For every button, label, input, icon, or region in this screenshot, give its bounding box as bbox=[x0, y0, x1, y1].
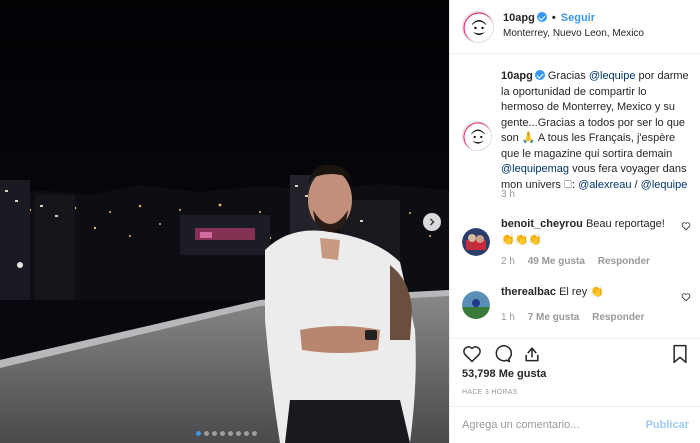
comment-time[interactable]: 2 h bbox=[501, 256, 515, 267]
comment-input[interactable] bbox=[462, 419, 632, 431]
caption-username[interactable]: 10apg bbox=[501, 70, 533, 82]
caption-time[interactable]: 3 h bbox=[501, 189, 515, 200]
author-username[interactable]: 10apg bbox=[503, 12, 535, 24]
caption: 10apg Gracias @lequipe por darme la opor… bbox=[501, 69, 691, 193]
comment-avatar[interactable] bbox=[462, 228, 490, 256]
carousel-dot bbox=[236, 431, 241, 436]
share-icon[interactable] bbox=[522, 344, 542, 367]
post-panel: 10apg • Seguir Monterrey, Nuevo Leon, Me… bbox=[449, 0, 700, 443]
next-arrow-icon bbox=[428, 218, 436, 226]
verified-icon bbox=[536, 12, 547, 22]
post-photo[interactable] bbox=[0, 0, 449, 443]
follow-button[interactable]: Seguir bbox=[561, 12, 595, 24]
photo-scene bbox=[0, 0, 449, 443]
carousel-dot bbox=[204, 431, 209, 436]
reply-button[interactable]: Responder bbox=[598, 256, 650, 267]
comments-list: 10apg Gracias @lequipe por darme la opor… bbox=[450, 55, 700, 338]
comment-meta: 1 h 7 Me gusta Responder bbox=[501, 312, 644, 323]
comment-form: Publicar bbox=[450, 406, 700, 443]
comment-text: El rey 👏 bbox=[559, 286, 604, 298]
caption-separator: / bbox=[631, 178, 641, 191]
caption-text: por darme la oportunidad de compartir lo… bbox=[501, 70, 689, 160]
heart-icon[interactable] bbox=[681, 292, 691, 305]
post-actions: 53,798 Me gusta HACE 3 HORAS bbox=[450, 338, 700, 415]
heart-icon[interactable] bbox=[681, 221, 691, 234]
post-location[interactable]: Monterrey, Nuevo Leon, Mexico bbox=[503, 28, 644, 39]
bookmark-icon[interactable] bbox=[671, 344, 689, 367]
caption-intro: Gracias bbox=[547, 70, 589, 82]
carousel-dots bbox=[196, 431, 257, 436]
mention-link[interactable]: @lequipe bbox=[641, 179, 688, 191]
comment-likes[interactable]: 49 Me gusta bbox=[528, 256, 585, 267]
comment-icon[interactable] bbox=[492, 344, 513, 367]
mention-link[interactable]: @lequipemag bbox=[501, 163, 569, 175]
comment-likes[interactable]: 7 Me gusta bbox=[528, 312, 580, 323]
carousel-dot bbox=[228, 431, 233, 436]
post-timestamp[interactable]: HACE 3 HORAS bbox=[462, 389, 518, 396]
carousel-dot bbox=[220, 431, 225, 436]
comment-time[interactable]: 1 h bbox=[501, 312, 515, 323]
mention-link[interactable]: @alexreau bbox=[578, 179, 631, 191]
publish-button[interactable]: Publicar bbox=[646, 419, 689, 431]
post-header: 10apg • Seguir Monterrey, Nuevo Leon, Me… bbox=[450, 0, 700, 54]
carousel-dot bbox=[196, 431, 201, 436]
carousel-next-button[interactable] bbox=[423, 213, 441, 231]
comment-meta: 2 h 49 Me gusta Responder bbox=[501, 256, 650, 267]
likes-count[interactable]: 53,798 Me gusta bbox=[462, 368, 546, 380]
caption-avatar[interactable] bbox=[462, 121, 492, 151]
heart-icon[interactable] bbox=[462, 344, 482, 367]
author-avatar[interactable] bbox=[462, 11, 494, 43]
reply-button[interactable]: Responder bbox=[592, 312, 644, 323]
comment-avatar[interactable] bbox=[462, 291, 490, 319]
carousel-dot bbox=[244, 431, 249, 436]
mention-link[interactable]: @lequipe bbox=[589, 70, 636, 82]
carousel-dot bbox=[252, 431, 257, 436]
comment-username[interactable]: therealbac bbox=[501, 286, 556, 298]
verified-icon bbox=[534, 70, 545, 80]
comment-username[interactable]: benoit_cheyrou bbox=[501, 218, 583, 230]
carousel-dot bbox=[212, 431, 217, 436]
